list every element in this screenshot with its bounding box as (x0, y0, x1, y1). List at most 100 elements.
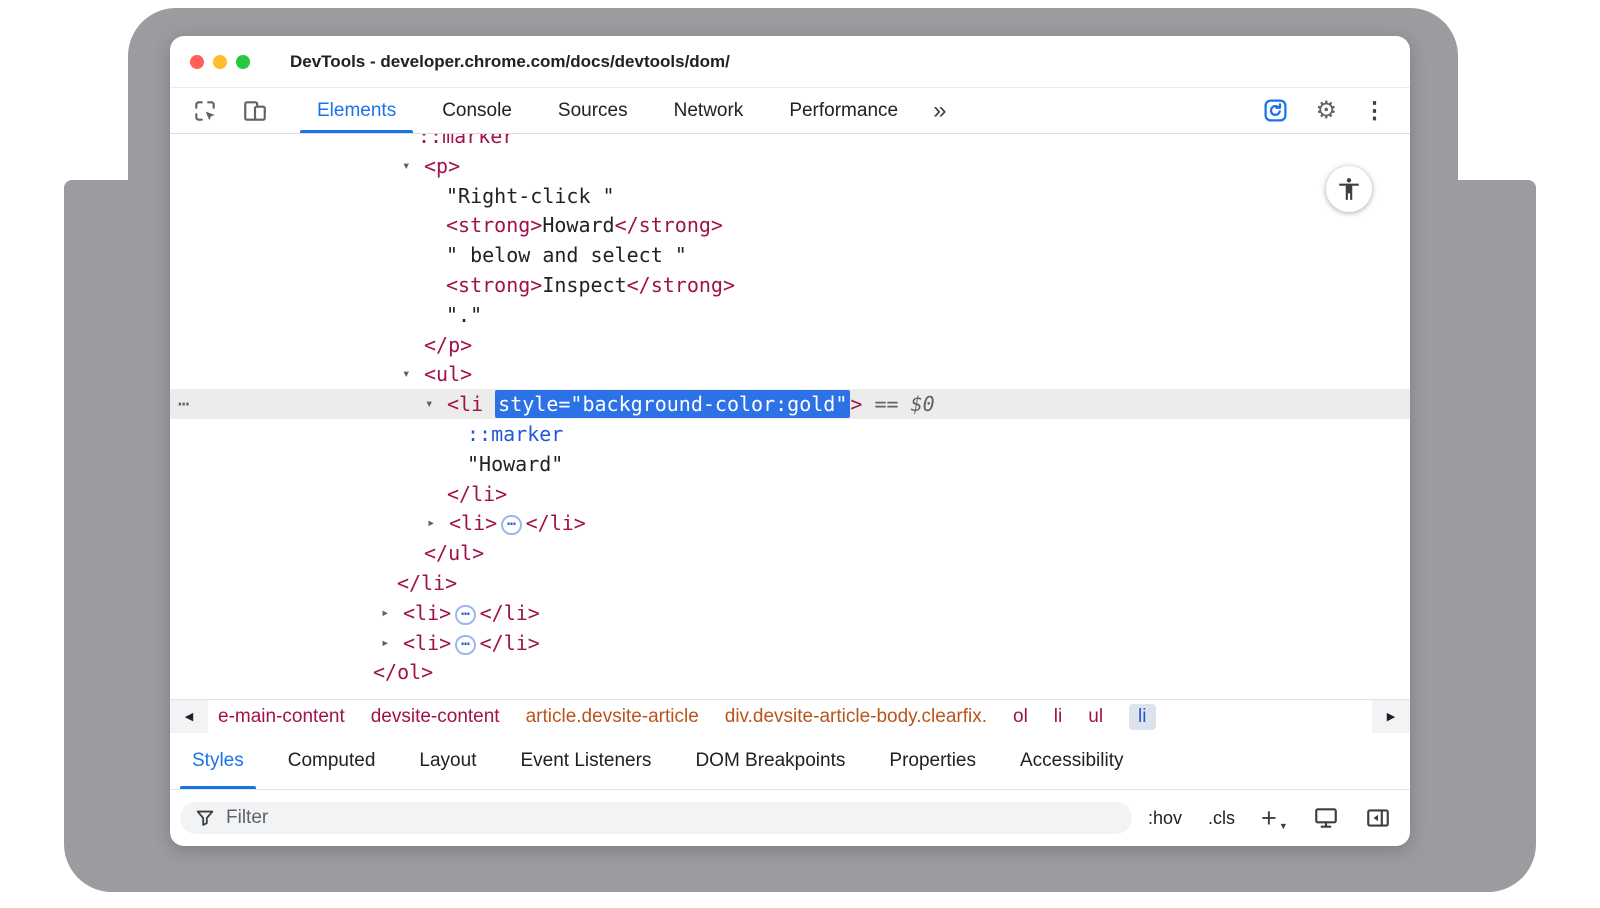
tree-line[interactable]: ::marker (170, 134, 1410, 151)
new-style-rule-button[interactable]: +▼ (1261, 805, 1287, 832)
devtools-toolbar: ElementsConsoleSourcesNetworkPerformance… (170, 88, 1410, 134)
collapse-arrow-icon[interactable]: ▾ (425, 389, 433, 419)
tree-line[interactable]: ▸ <li>⋯</li> (170, 598, 1410, 628)
pane-tab-styles[interactable]: Styles (170, 733, 266, 789)
breadcrumb-item[interactable]: article.devsite-article (526, 706, 699, 728)
toggle-sidebar-icon[interactable] (1365, 805, 1391, 831)
accessibility-fab[interactable] (1326, 166, 1372, 212)
collapse-arrow-icon[interactable]: ▾ (402, 359, 410, 389)
tree-line[interactable]: </ol> (170, 657, 1410, 687)
kebab-menu-icon[interactable]: ⋮ (1363, 99, 1386, 122)
toolbar-tabs: ElementsConsoleSourcesNetworkPerformance (294, 88, 921, 133)
breadcrumb-item[interactable]: ol (1013, 706, 1028, 728)
toggle-element-classes-button[interactable]: .cls (1208, 808, 1235, 829)
tree-line[interactable]: "Right-click " (170, 181, 1410, 211)
pane-tab-dom-breakpoints[interactable]: DOM Breakpoints (673, 733, 867, 789)
tree-line[interactable]: </ul> (170, 538, 1410, 568)
code-tag: <ul> (424, 362, 472, 386)
traffic-light-minimize[interactable] (213, 55, 227, 69)
tree-line[interactable]: <strong>Inspect</strong> (170, 270, 1410, 300)
code-text: <strong>Inspect</strong> (446, 270, 735, 300)
pane-tab-layout[interactable]: Layout (397, 733, 498, 789)
pane-tab-computed[interactable]: Computed (266, 733, 398, 789)
device-toolbar-icon[interactable] (242, 98, 268, 124)
code-text: <strong>Howard</strong> (446, 210, 723, 240)
code-text: <li>⋯</li> (403, 598, 540, 628)
code-tag: <li> (449, 511, 497, 535)
tab-network[interactable]: Network (651, 88, 767, 133)
breadcrumb-item[interactable]: ul (1088, 706, 1103, 728)
tree-line[interactable]: "." (170, 300, 1410, 330)
expand-ellipsis-icon[interactable]: ⋯ (455, 635, 475, 655)
filter-pill[interactable] (180, 802, 1132, 834)
styles-pane-tabs: StylesComputedLayoutEvent ListenersDOM B… (170, 733, 1410, 790)
reload-required-icon[interactable] (1262, 97, 1289, 124)
pane-tab-accessibility[interactable]: Accessibility (998, 733, 1145, 789)
breadcrumb-scroll-right[interactable]: ▶ (1372, 700, 1410, 733)
tree-line[interactable]: </li> (170, 479, 1410, 509)
breadcrumb-item[interactable]: devsite-content (371, 706, 500, 728)
code-text: Howard (542, 213, 614, 237)
code-text: Inspect (542, 273, 626, 297)
inspect-element-icon[interactable] (192, 98, 218, 124)
tab-console[interactable]: Console (419, 88, 535, 133)
tree-line[interactable]: ⋯▾<li style="background-color:gold"> == … (170, 389, 1410, 419)
collapse-arrow-icon[interactable]: ▾ (402, 151, 410, 181)
code-text: </li> (447, 479, 507, 509)
tree-line[interactable]: " below and select " (170, 240, 1410, 270)
breadcrumb-item[interactable]: e-main-content (218, 706, 345, 728)
window-title: DevTools - developer.chrome.com/docs/dev… (290, 52, 730, 72)
code-tag: </li> (447, 482, 507, 506)
rendering-emulations-icon[interactable] (1313, 805, 1339, 831)
tree-line[interactable]: </p> (170, 330, 1410, 360)
traffic-light-zoom[interactable] (236, 55, 250, 69)
tree-line[interactable]: <strong>Howard</strong> (170, 210, 1410, 240)
tab-performance[interactable]: Performance (766, 88, 921, 133)
code-text: <li>⋯</li> (449, 508, 586, 538)
code-text: </ul> (424, 538, 484, 568)
more-tabs-icon[interactable]: » (921, 88, 956, 133)
code-tag: > (850, 392, 862, 416)
expand-arrow-icon[interactable]: ▸ (381, 628, 389, 658)
code-text: "Howard" (467, 449, 563, 479)
breadcrumb-item[interactable]: div.devsite-article-body.clearfix. (725, 706, 987, 728)
code-tag: <li> (403, 601, 451, 625)
toggle-hover-state-button[interactable]: :hov (1148, 808, 1182, 829)
code-text: ::marker (418, 134, 514, 151)
settings-gear-icon[interactable]: ⚙ (1315, 99, 1337, 123)
breadcrumb-scroll-left[interactable]: ◀ (170, 700, 208, 733)
code-tag: </strong> (615, 213, 723, 237)
tab-sources[interactable]: Sources (535, 88, 651, 133)
expand-arrow-icon[interactable]: ▸ (381, 598, 389, 628)
code-tag: </li> (397, 571, 457, 595)
tree-line[interactable]: ::marker (170, 419, 1410, 449)
code-tag: <strong> (446, 213, 542, 237)
filter-bar-controls: :hov .cls +▼ (1148, 805, 1391, 832)
styles-filter-input[interactable] (226, 807, 1118, 829)
code-pseudo: ::marker (467, 422, 563, 446)
expand-ellipsis-icon[interactable]: ⋯ (501, 515, 521, 535)
tree-line[interactable]: ▸ <li>⋯</li> (170, 508, 1410, 538)
code-gray: == (862, 392, 910, 416)
tree-line[interactable]: ▸<li>⋯</li> (170, 628, 1410, 658)
breadcrumb-item[interactable]: li (1129, 704, 1155, 730)
code-tag: <li (447, 392, 495, 416)
traffic-light-close[interactable] (190, 55, 204, 69)
tree-line[interactable]: </li> (170, 568, 1410, 598)
breadcrumb-item[interactable]: li (1054, 706, 1062, 728)
titlebar: DevTools - developer.chrome.com/docs/dev… (170, 36, 1410, 88)
pane-tab-properties[interactable]: Properties (867, 733, 998, 789)
pane-tab-event-listeners[interactable]: Event Listeners (498, 733, 673, 789)
tree-line[interactable]: "Howard" (170, 449, 1410, 479)
expand-arrow-icon[interactable]: ▸ (427, 508, 435, 538)
tree-line[interactable]: ▾ <p> (170, 151, 1410, 181)
code-text: "." (446, 300, 482, 330)
code-text: " below and select " (446, 240, 687, 270)
toolbar-left-icons (170, 88, 284, 133)
row-menu-icon[interactable]: ⋯ (178, 389, 190, 419)
code-tag: <p> (424, 154, 460, 178)
tree-line[interactable]: ▾ <ul> (170, 359, 1410, 389)
code-text: "Right-click " (446, 184, 615, 208)
expand-ellipsis-icon[interactable]: ⋯ (455, 605, 475, 625)
tab-elements[interactable]: Elements (294, 88, 419, 133)
